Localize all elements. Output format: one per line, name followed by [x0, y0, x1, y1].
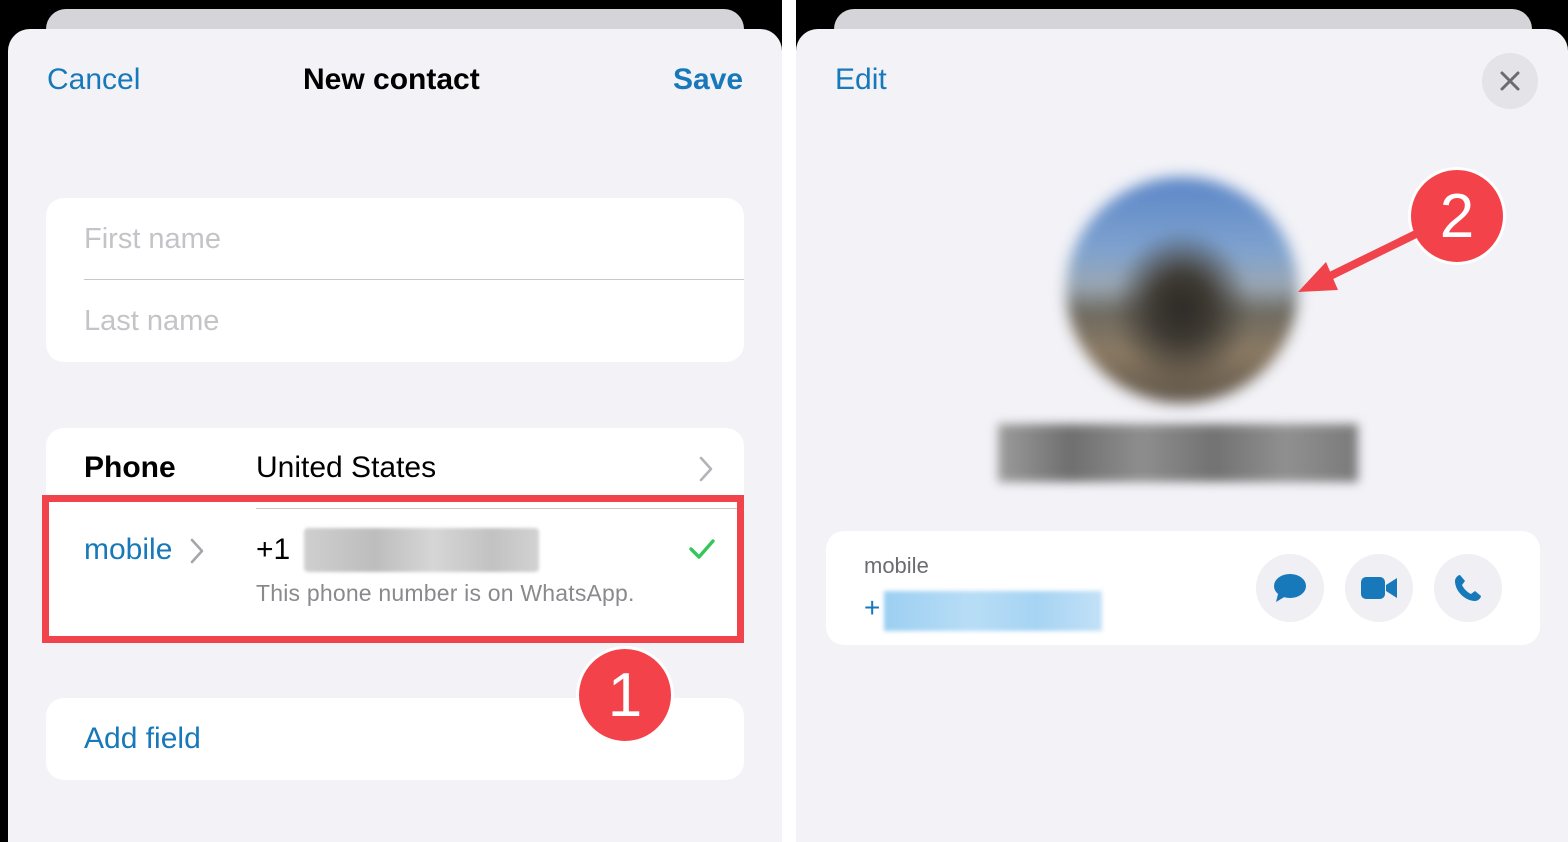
- divider: [84, 279, 744, 280]
- phone-number[interactable]: [884, 591, 1102, 631]
- close-button[interactable]: [1482, 53, 1538, 109]
- contact-name: [998, 424, 1358, 482]
- video-call-button[interactable]: [1345, 554, 1413, 622]
- voice-call-button[interactable]: [1434, 554, 1502, 622]
- avatar: [1066, 177, 1298, 403]
- chevron-right-icon[interactable]: [698, 455, 714, 483]
- phone-section-label: Phone: [84, 451, 176, 484]
- last-name-input[interactable]: Last name: [84, 305, 219, 338]
- new-contact-screen: Cancel New contact Save First name Last …: [0, 0, 782, 842]
- video-icon: [1361, 577, 1397, 599]
- add-field-button[interactable]: Add field: [84, 722, 201, 756]
- edit-button[interactable]: Edit: [835, 63, 887, 97]
- save-button[interactable]: Save: [673, 63, 743, 97]
- country-selector[interactable]: United States: [256, 451, 436, 485]
- phone-prefix: +: [864, 592, 881, 623]
- message-button[interactable]: [1256, 554, 1324, 622]
- close-icon: [1500, 71, 1520, 91]
- page-title: New contact: [303, 63, 480, 96]
- phone-type-label: mobile: [864, 553, 929, 578]
- panel-divider: [782, 0, 796, 842]
- message-icon: [1274, 574, 1306, 602]
- first-name-input[interactable]: First name: [84, 223, 221, 256]
- highlight-box: [42, 495, 744, 643]
- callout-badge: 1: [576, 646, 674, 744]
- callout-number: 1: [607, 660, 643, 730]
- contact-info-screen: Edit mobile + 2: [796, 0, 1568, 842]
- cancel-button[interactable]: Cancel: [47, 63, 140, 97]
- callout-badge: 2: [1408, 167, 1506, 265]
- callout-number: 2: [1439, 181, 1475, 251]
- phone-icon: [1455, 575, 1481, 601]
